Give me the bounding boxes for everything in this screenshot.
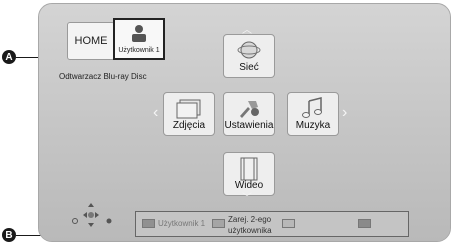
user-name: Użytkownik 1	[118, 47, 160, 54]
user-icon	[132, 25, 146, 42]
globe-icon	[237, 41, 261, 59]
arrow-right-icon: ›	[342, 104, 348, 121]
user-tile[interactable]: Użytkownik 1	[113, 18, 165, 60]
green-button-label-2: użytkownika	[228, 226, 272, 235]
music-icon	[302, 97, 322, 118]
red-button[interactable]	[142, 219, 155, 228]
yellow-button[interactable]	[282, 219, 295, 228]
video-icon	[240, 157, 258, 181]
arrow-left-icon: ‹	[153, 104, 159, 121]
network-label: Sieć	[239, 62, 259, 73]
settings-label: Ustawienia	[224, 120, 274, 131]
settings-icon	[240, 101, 259, 118]
green-button[interactable]	[212, 219, 225, 228]
home-label: HOME	[74, 35, 108, 47]
tv-screen: HOME Użytkownik 1 Odtwarzacz Blu-ray Dis…	[38, 3, 451, 242]
player-name: Odtwarzacz Blu-ray Disc	[59, 72, 147, 81]
video-label: Wideo	[234, 180, 264, 191]
menu-photos[interactable]: Zdjęcia	[163, 92, 215, 136]
home-button[interactable]: HOME	[67, 22, 115, 60]
callout-b: B	[2, 228, 16, 242]
menu-music[interactable]: Muzyka	[287, 92, 339, 136]
callout-a: A	[2, 50, 16, 64]
arrow-down-icon: ﹀	[242, 193, 252, 204]
music-label: Muzyka	[295, 120, 331, 131]
menu-video[interactable]: Wideo	[223, 152, 275, 196]
menu-settings[interactable]: Ustawienia	[223, 92, 275, 136]
photos-label: Zdjęcia	[172, 120, 206, 131]
red-button-label: Użytkownik 1	[158, 219, 206, 228]
dpad-icon	[72, 203, 112, 227]
arrow-up-icon: ︿	[242, 25, 252, 36]
photos-icon	[176, 99, 201, 119]
green-button-label-1: Zarej. 2-ego	[228, 215, 272, 224]
color-button-bar: Użytkownik 1 Zarej. 2-ego użytkownika	[135, 211, 409, 237]
blue-button[interactable]	[358, 219, 371, 228]
menu-network[interactable]: Sieć	[223, 34, 275, 78]
